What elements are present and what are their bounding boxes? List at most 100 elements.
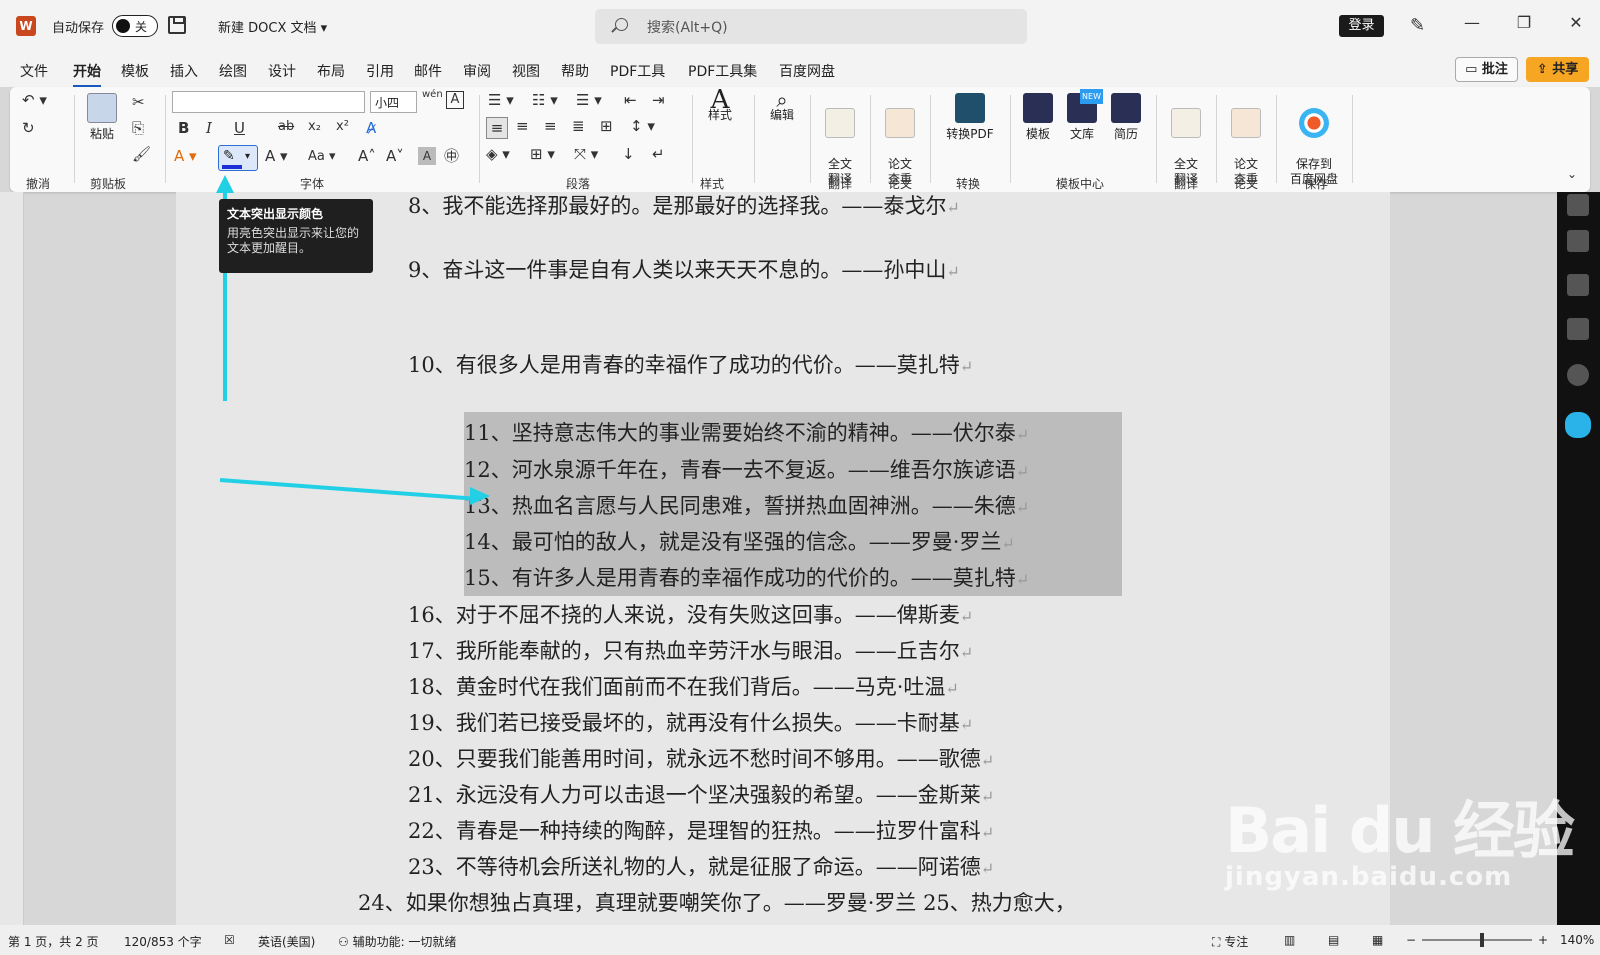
page-count[interactable]: 第 1 页，共 2 页 (8, 933, 99, 950)
sort-icon[interactable]: ↓ (622, 145, 635, 163)
doc-line[interactable]: 23、不等待机会所送礼物的人，就是征服了命运。——阿诺德↵ (408, 851, 994, 881)
show-marks-icon[interactable]: ↵ (652, 145, 665, 163)
save-icon[interactable] (168, 16, 186, 34)
language-status[interactable]: 英语(美国) (258, 933, 315, 950)
paper-check-button[interactable]: 论文 查重 (878, 93, 922, 187)
tab-design[interactable]: 设计 (268, 61, 296, 81)
tab-template[interactable]: 模板 (121, 61, 149, 81)
save-baidu-button[interactable]: 保存到 百度网盘 (1284, 93, 1344, 187)
styles-button[interactable]: A 样式 (698, 87, 742, 123)
sidebar-icon[interactable] (1567, 274, 1589, 296)
change-case-button[interactable]: Aa ▾ (308, 149, 336, 164)
phonetic-guide-icon[interactable]: wén (422, 89, 443, 100)
restore-button[interactable]: ❐ (1514, 13, 1534, 32)
sidebar-icon[interactable] (1567, 194, 1589, 216)
tab-pdf-tools[interactable]: PDF工具 (610, 61, 665, 81)
full-translate-button-2[interactable]: 全文 翻译 (1164, 93, 1208, 187)
proofing-icon[interactable]: ☒ (224, 933, 235, 947)
sidebar-icon[interactable] (1567, 230, 1589, 252)
doc-line[interactable]: 14、最可怕的敌人，就是没有坚强的信念。——罗曼·罗兰↵ (464, 526, 1015, 556)
borders-icon[interactable]: ⊞ ▾ (530, 145, 555, 163)
shading-icon[interactable]: ◈ ▾ (486, 145, 510, 163)
text-effects-icon[interactable]: A ▾ (174, 147, 197, 165)
zoom-out-button[interactable]: − (1406, 933, 1416, 947)
library-button[interactable]: NEW 文库 (1062, 89, 1103, 142)
paste-button[interactable]: 粘贴 (82, 93, 122, 142)
edit-button[interactable]: ⌕ 编辑 (762, 90, 802, 123)
undo-icon[interactable]: ↶ ▾ (22, 91, 47, 109)
font-size-select[interactable]: 小四 (370, 91, 417, 113)
strikethrough-button[interactable]: ab (278, 119, 294, 134)
focus-button[interactable]: ⛶ 专注 (1212, 933, 1248, 950)
minimize-button[interactable]: — (1462, 13, 1482, 32)
read-mode-icon[interactable]: ▥ (1284, 933, 1295, 947)
doc-line[interactable]: 24、如果你想独占真理，真理就要嘲笑你了。——罗曼·罗兰 25、热力愈大， (358, 887, 1076, 917)
sidebar-icon[interactable] (1567, 318, 1589, 340)
subscript-button[interactable]: x₂ (308, 119, 321, 134)
doc-line[interactable]: 15、有许多人是用青春的幸福作成功的代价的。——莫扎特↵ (464, 562, 1029, 592)
doc-line[interactable]: 22、青春是一种持续的陶醉，是理智的狂热。——拉罗什富科↵ (408, 815, 994, 845)
tab-help[interactable]: 帮助 (561, 61, 589, 81)
format-painter-icon[interactable]: 🖌 (132, 145, 151, 163)
tab-home[interactable]: 开始 (73, 61, 101, 88)
accessibility-status[interactable]: ⚇ 辅助功能: 一切就绪 (338, 933, 456, 950)
distributed-button[interactable]: ⊞ (600, 117, 613, 135)
convert-pdf-button[interactable]: 转换PDF (938, 93, 1002, 142)
font-name-select[interactable] (172, 91, 365, 113)
login-button[interactable]: 登录 (1339, 15, 1384, 37)
template-button[interactable]: 模板 (1018, 93, 1058, 142)
doc-line[interactable]: 19、我们若已接受最坏的，就再没有什么损失。——卡耐基↵ (408, 707, 973, 737)
tab-baidu-netdisk[interactable]: 百度网盘 (779, 61, 835, 81)
align-left-button[interactable]: ≡ (486, 117, 508, 139)
close-button[interactable]: ✕ (1566, 13, 1586, 32)
justify-button[interactable]: ≣ (572, 117, 585, 135)
doc-line[interactable]: 10、有很多人是用青春的幸福作了成功的代价。——莫扎特↵ (408, 349, 973, 379)
doc-line[interactable]: 20、只要我们能善用时间，就永远不愁时间不够用。——歌德↵ (408, 743, 994, 773)
autosave-toggle[interactable]: 关 (112, 15, 158, 37)
doc-line[interactable]: 8、我不能选择那最好的。是那最好的选择我。——泰戈尔↵ (408, 190, 960, 220)
underline-button[interactable]: U (234, 119, 245, 137)
bold-button[interactable]: B (178, 119, 189, 137)
sidebar-icon[interactable] (1567, 364, 1589, 386)
copy-icon[interactable]: ⎘ (132, 119, 144, 137)
doc-line[interactable]: 17、我所能奉献的，只有热血辛劳汗水与眼泪。——丘吉尔↵ (408, 635, 973, 665)
doc-line[interactable]: 11、坚持意志伟大的事业需要始终不渝的精神。——伏尔泰↵ (464, 417, 1029, 447)
tab-pdf-toolset[interactable]: PDF工具集 (688, 61, 757, 81)
tab-view[interactable]: 视图 (512, 61, 540, 81)
document-title[interactable]: 新建 DOCX 文档 ▾ (218, 17, 327, 36)
tab-layout[interactable]: 布局 (317, 61, 345, 81)
doc-line[interactable]: 16、对于不屈不挠的人来说，没有失败这回事。——俾斯麦↵ (408, 599, 973, 629)
tab-mailings[interactable]: 邮件 (414, 61, 442, 81)
tab-review[interactable]: 审阅 (463, 61, 491, 81)
ribbon-collapse-icon[interactable]: ⌄ (1567, 167, 1577, 181)
chinese-layout-icon[interactable]: ⤧ ▾ (574, 145, 598, 163)
word-count[interactable]: 120/853 个字 (124, 933, 202, 950)
zoom-in-button[interactable]: + (1538, 933, 1548, 947)
redo-icon[interactable]: ↻ (22, 119, 35, 137)
tab-references[interactable]: 引用 (366, 61, 394, 81)
text-highlight-color-button[interactable]: ✎ ▾ (218, 145, 258, 171)
shrink-font-icon[interactable]: A˅ (386, 147, 404, 165)
numbering-icon[interactable]: ☷ ▾ (532, 91, 558, 109)
zoom-level[interactable]: 140% (1560, 933, 1594, 947)
cut-icon[interactable]: ✂ (132, 93, 145, 111)
decrease-indent-icon[interactable]: ⇤ (624, 91, 637, 109)
doc-line[interactable]: 18、黄金时代在我们面前而不在我们背后。——马克·吐温↵ (408, 671, 959, 701)
grow-font-icon[interactable]: A˄ (358, 147, 376, 165)
pen-icon[interactable]: ✎ (1410, 15, 1425, 36)
italic-button[interactable]: I (206, 119, 212, 137)
multilevel-list-icon[interactable]: ☰ ▾ (576, 91, 602, 109)
zoom-slider-thumb[interactable] (1480, 933, 1484, 947)
search-input[interactable]: 搜索(Alt+Q) (595, 9, 1027, 44)
tab-file[interactable]: 文件 (20, 61, 48, 81)
increase-indent-icon[interactable]: ⇥ (652, 91, 665, 109)
resume-button[interactable]: 简历 (1106, 93, 1146, 142)
doc-line[interactable]: 9、奋斗这一件事是自有人类以来天天不息的。——孙中山↵ (408, 254, 960, 284)
align-center-button[interactable]: ≡ (516, 117, 529, 135)
clear-format-icon[interactable]: A̷ (366, 119, 376, 137)
paper-check-button-2[interactable]: 论文 查重 (1224, 93, 1268, 187)
tab-insert[interactable]: 插入 (170, 61, 198, 81)
assistant-icon[interactable] (1565, 412, 1591, 438)
bullets-icon[interactable]: ☰ ▾ (488, 91, 514, 109)
doc-line[interactable]: 13、热血名言愿与人民同患难，誓拼热血固神洲。——朱德↵ (464, 490, 1029, 520)
